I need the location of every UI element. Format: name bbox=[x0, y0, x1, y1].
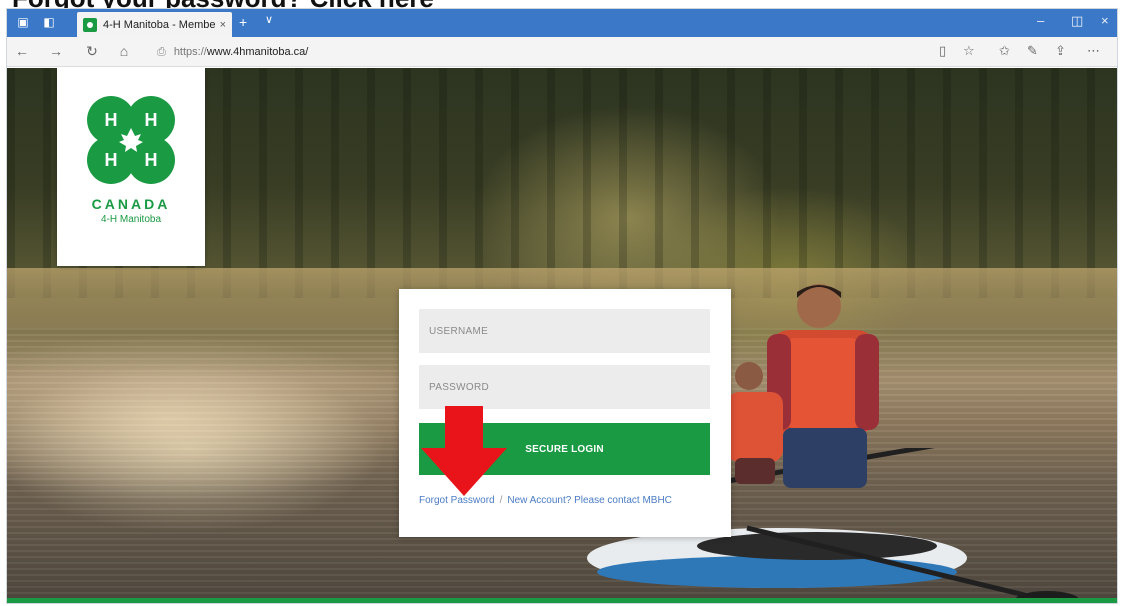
password-input[interactable]: PASSWORD bbox=[419, 365, 710, 409]
share-icon[interactable]: ⇪ bbox=[1055, 43, 1066, 59]
url-scheme: https:// bbox=[173, 46, 207, 58]
back-button[interactable]: ← bbox=[13, 43, 31, 59]
username-input[interactable]: USERNAME bbox=[419, 309, 710, 353]
reading-view-icon[interactable]: ▯ bbox=[939, 43, 946, 59]
new-account-link[interactable]: New Account? Please contact MBHC bbox=[507, 495, 672, 506]
close-window-button[interactable]: × bbox=[1101, 13, 1109, 28]
4h-logo-panel[interactable]: H H H H CANADA 4-H Manitoba bbox=[57, 68, 205, 266]
address-bar-row: ← → ↻ ⌂ ⎙ https:// www.4hmanitoba.ca/ ▯ … bbox=[7, 37, 1117, 67]
svg-text:H: H bbox=[105, 110, 118, 130]
set-aside-tabs-icon[interactable]: ◧ bbox=[41, 14, 57, 30]
svg-text:H: H bbox=[145, 150, 158, 170]
favorites-icon[interactable]: ✩ bbox=[999, 43, 1010, 59]
logo-brand-text: CANADA bbox=[91, 196, 171, 212]
minimize-button[interactable]: – bbox=[1037, 13, 1044, 28]
forward-button[interactable]: → bbox=[47, 43, 65, 59]
logo-subtitle: 4-H Manitoba bbox=[100, 214, 162, 225]
page-info-icon[interactable]: ⎙ bbox=[157, 46, 166, 59]
tab-title: 4-H Manitoba - Membe bbox=[103, 18, 216, 31]
four-leaf-clover-icon: H H H H bbox=[87, 96, 175, 184]
more-icon[interactable]: ⋯ bbox=[1087, 43, 1100, 59]
new-tab-button[interactable]: + bbox=[239, 14, 247, 30]
red-down-arrow-icon bbox=[421, 406, 507, 496]
refresh-button[interactable]: ↻ bbox=[83, 43, 101, 60]
tab-close-icon[interactable]: × bbox=[220, 19, 226, 31]
home-button[interactable]: ⌂ bbox=[115, 43, 133, 59]
child-paddler-illustration bbox=[727, 362, 783, 484]
restore-button[interactable]: ◫ bbox=[1071, 13, 1083, 29]
clover-favicon-icon bbox=[83, 17, 97, 32]
footer-green-strip bbox=[7, 598, 1117, 603]
tab-4h-manitoba[interactable]: 4-H Manitoba - Membe × bbox=[77, 12, 232, 37]
svg-text:H: H bbox=[105, 150, 118, 170]
page-viewport: H H H H CANADA 4-H Manitoba USERNAME PAS… bbox=[7, 68, 1117, 603]
tab-bar: ▣ ◧ 4-H Manitoba - Membe × + ∨ – ◫ × bbox=[7, 9, 1117, 37]
url-host: www.4hmanitoba.ca/ bbox=[206, 46, 309, 58]
star-icon[interactable]: ☆ bbox=[963, 43, 975, 59]
pen-icon[interactable]: ✎ bbox=[1027, 43, 1038, 59]
tab-list-chevron-icon[interactable]: ∨ bbox=[265, 13, 273, 26]
svg-text:H: H bbox=[145, 110, 158, 130]
browser-window: ▣ ◧ 4-H Manitoba - Membe × + ∨ – ◫ × ← →… bbox=[6, 8, 1118, 604]
address-field[interactable]: ⎙ https:// www.4hmanitoba.ca/ bbox=[157, 42, 917, 62]
tab-actions-icon[interactable]: ▣ bbox=[15, 14, 31, 30]
